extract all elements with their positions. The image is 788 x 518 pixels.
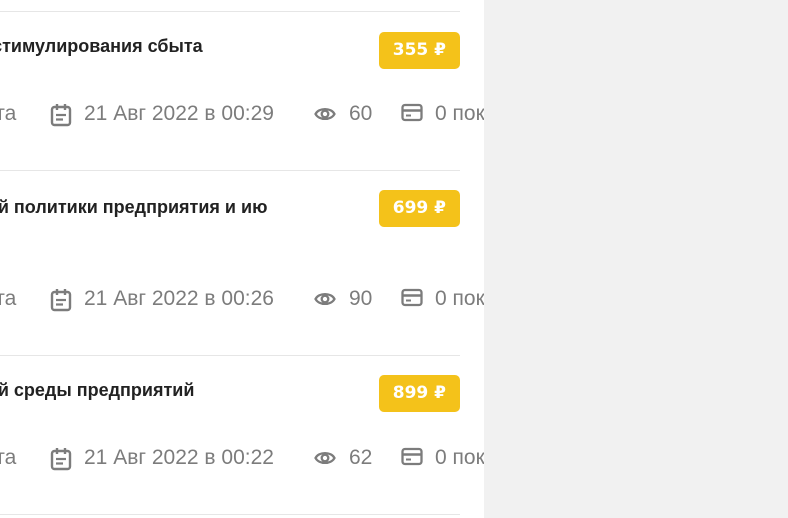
listing-panel: в стимулирования сбыта 355 ₽ ота 21 Авг … [0,0,484,518]
listing-title[interactable]: в стимулирования сбыта [0,31,296,62]
views-count: 62 [349,446,373,469]
eye-icon [314,451,336,465]
divider [0,514,460,515]
views-count: 90 [349,287,373,310]
work-type-label: ота [0,287,17,310]
purchases-count: 0 покуп [435,446,484,469]
listing-title[interactable]: вой среды предприятий [0,375,296,406]
listing-card[interactable]: в стимулирования сбыта 355 ₽ ота 21 Авг … [0,11,484,170]
credit-card-icon [401,103,423,122]
calendar-icon [50,104,72,127]
credit-card-icon [401,288,423,307]
purchases-count: 0 покуп [435,102,484,125]
listing-date: 21 Авг 2022 в 00:29 [84,102,274,125]
listing-meta: ота 21 Авг 2022 в 00:26 90 0 покуп [0,285,484,313]
listing-date: 21 Авг 2022 в 00:22 [84,446,274,469]
listing-meta: ота 21 Авг 2022 в 00:22 62 0 покуп [0,444,484,472]
eye-icon [314,292,336,306]
listing-card[interactable]: вой среды предприятий 899 ₽ ота 21 Авг 2… [0,355,484,514]
listing-meta: ота 21 Авг 2022 в 00:29 60 0 покуп [0,100,484,128]
credit-card-icon [401,447,423,466]
eye-icon [314,107,336,121]
listing-date: 21 Авг 2022 в 00:26 [84,287,274,310]
side-background [484,0,788,518]
work-type-label: ота [0,446,17,469]
price-badge: 699 ₽ [378,190,460,227]
listing-title[interactable]: ной политики предприятия и ию [0,192,296,223]
calendar-icon [50,448,72,471]
listing-card[interactable]: ной политики предприятия и ию 699 ₽ ота … [0,170,484,355]
purchases-count: 0 покуп [435,287,484,310]
work-type-label: ота [0,102,17,125]
views-count: 60 [349,102,373,125]
price-badge: 899 ₽ [378,375,460,412]
price-badge: 355 ₽ [378,32,460,69]
calendar-icon [50,289,72,312]
